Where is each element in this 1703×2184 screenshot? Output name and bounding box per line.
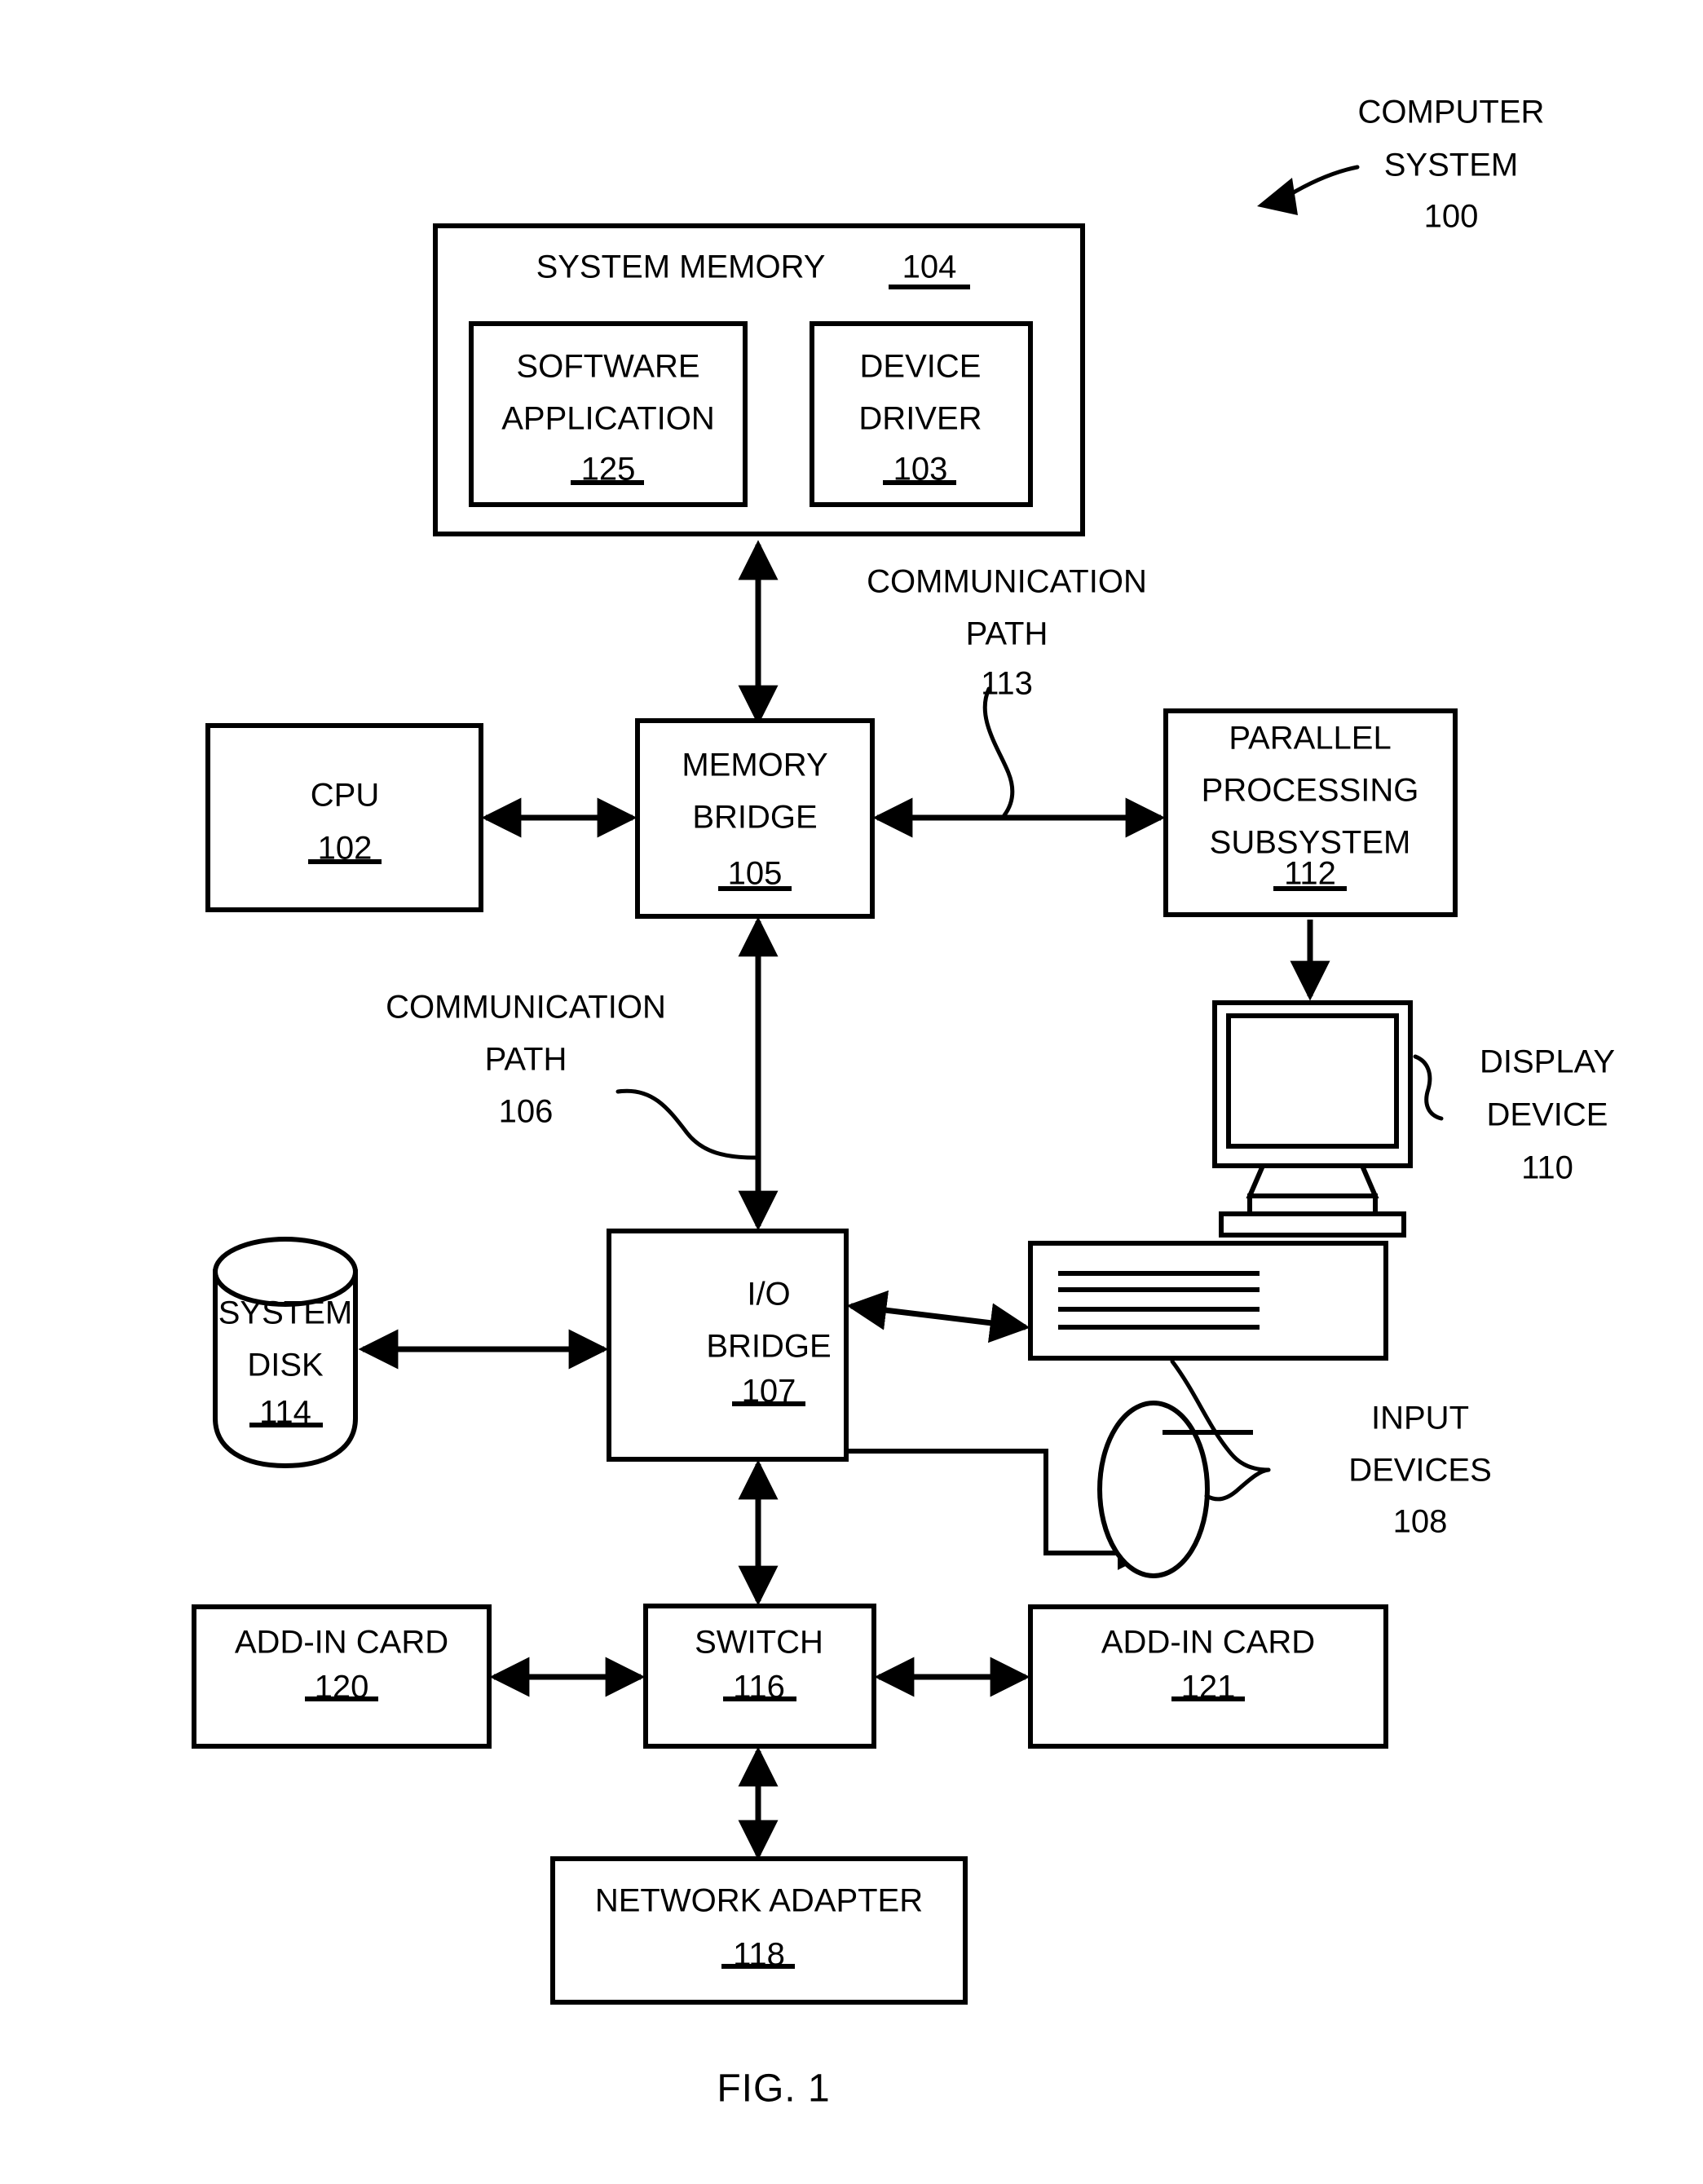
system-memory-label: SYSTEM MEMORY: [536, 249, 826, 285]
computer-system-ref: 100: [1424, 199, 1479, 235]
add-in-card-120-label: ADD-IN CARD: [235, 1625, 448, 1661]
comm-path-113-ref: 113: [981, 666, 1033, 702]
comm-path-113-line2: PATH: [966, 616, 1048, 652]
add-in-card-121-label: ADD-IN CARD: [1101, 1625, 1315, 1661]
network-adapter-box: [550, 1856, 968, 2005]
software-application-label-line1: SOFTWARE: [516, 349, 699, 385]
display-device-leader: [1413, 1054, 1444, 1121]
computer-system-callout-arrow: [1257, 165, 1360, 215]
software-application-label-line2: APPLICATION: [501, 401, 715, 437]
input-devices-ref: 108: [1393, 1504, 1448, 1540]
comm-path-106-line2: PATH: [485, 1042, 567, 1078]
input-devices-label-line2: DEVICES: [1348, 1453, 1492, 1489]
input-devices-brace-lower: [1204, 1467, 1271, 1502]
computer-system-label-line1: COMPUTER: [1358, 95, 1545, 130]
comm-path-106-line1: COMMUNICATION: [386, 990, 666, 1026]
comm-path-106-ref: 106: [499, 1094, 554, 1130]
comm-path-106-leader: [615, 1088, 758, 1160]
device-driver-label-line1: DEVICE: [860, 349, 982, 385]
switch-label: SWITCH: [695, 1625, 823, 1661]
cpu-label: CPU: [311, 778, 379, 814]
mouse-icon: [1097, 1401, 1253, 1578]
network-adapter-label: NETWORK ADAPTER: [595, 1883, 923, 1919]
pps-label-line2: PROCESSING: [1202, 773, 1419, 809]
system-disk-ref: 114: [259, 1395, 311, 1431]
cpu-ref: 102: [318, 831, 373, 867]
block-diagram-canvas: COMPUTER SYSTEM 100 SYSTEM MEMORY 104 SO…: [192, 95, 1615, 2111]
display-device-label-line1: DISPLAY: [1480, 1044, 1615, 1080]
comm-path-113-line1: COMMUNICATION: [867, 564, 1147, 600]
device-driver-ref: 103: [893, 452, 948, 488]
display-device-ref: 110: [1521, 1150, 1573, 1186]
add-in-card-121-ref: 121: [1181, 1670, 1236, 1705]
software-application-ref: 125: [581, 452, 636, 488]
comm-path-113-leader: [982, 686, 1015, 818]
switch-ref: 116: [733, 1670, 785, 1705]
memory-bridge-ref: 105: [728, 856, 783, 892]
display-device-label-line2: DEVICE: [1487, 1097, 1608, 1133]
add-in-card-120-ref: 120: [315, 1670, 369, 1705]
link-io-bridge-to-keyboard: [846, 1290, 1030, 1343]
system-disk-label-line1: SYSTEM: [218, 1295, 352, 1331]
io-bridge-label-line1: I/O: [747, 1277, 790, 1313]
system-disk-label-line2: DISK: [247, 1348, 324, 1383]
input-devices-label-line1: INPUT: [1371, 1401, 1469, 1436]
cpu-box: [205, 723, 483, 912]
pps-ref: 112: [1284, 856, 1336, 892]
device-driver-label-line2: DRIVER: [858, 401, 982, 437]
figure-caption: FIG. 1: [717, 2067, 830, 2111]
keyboard-icon: [1028, 1241, 1388, 1361]
system-memory-ref: 104: [902, 249, 957, 285]
memory-bridge-label-line2: BRIDGE: [692, 800, 817, 836]
computer-system-label-line2: SYSTEM: [1384, 148, 1518, 183]
patent-figure-1: COMPUTER SYSTEM 100 SYSTEM MEMORY 104 SO…: [0, 0, 1703, 2184]
network-adapter-ref: 118: [733, 1937, 785, 1973]
display-monitor-icon: [1212, 1000, 1413, 1238]
io-bridge-ref: 107: [742, 1374, 796, 1410]
pps-label-line1: PARALLEL: [1229, 721, 1391, 757]
io-bridge-label-line2: BRIDGE: [706, 1329, 831, 1365]
memory-bridge-label-line1: MEMORY: [682, 748, 827, 783]
